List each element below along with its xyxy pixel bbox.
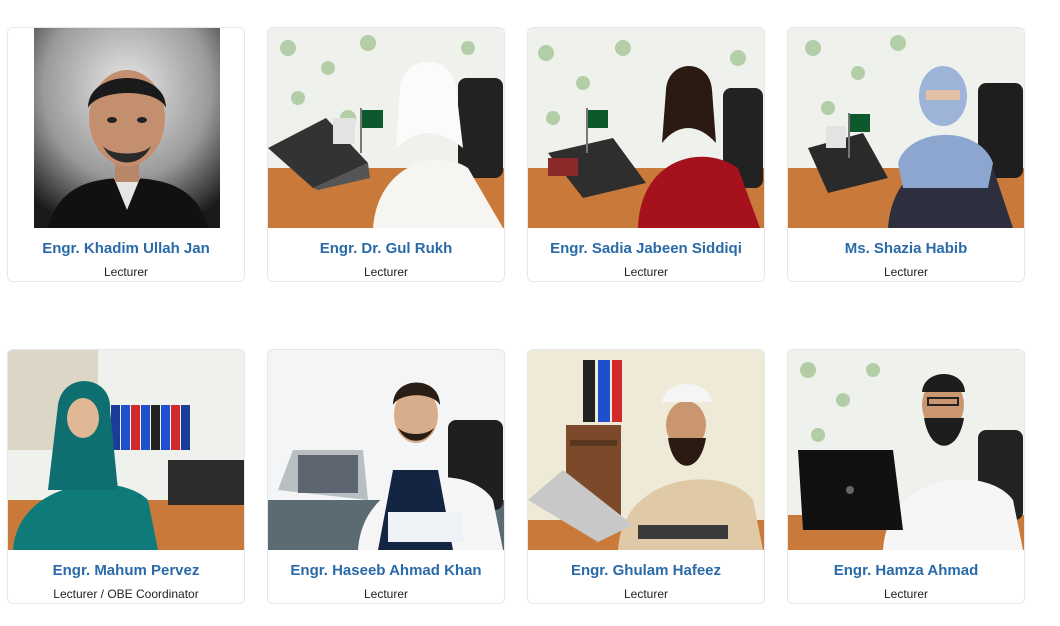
faculty-photo[interactable]: [268, 28, 504, 228]
faculty-photo[interactable]: [788, 350, 1024, 550]
faculty-card[interactable]: Engr. Mahum Pervez Lecturer / OBE Coordi…: [7, 349, 245, 604]
faculty-card[interactable]: Ms. Shazia Habib Lecturer: [787, 27, 1025, 282]
faculty-card[interactable]: Engr. Haseeb Ahmad Khan Lecturer: [267, 349, 505, 604]
faculty-name[interactable]: Engr. Mahum Pervez: [8, 562, 244, 579]
faculty-role: Lecturer: [883, 587, 929, 601]
faculty-name[interactable]: Engr. Khadim Ullah Jan: [8, 240, 244, 257]
faculty-role: Lecturer: [363, 265, 409, 279]
faculty-name[interactable]: Engr. Hamza Ahmad: [788, 562, 1024, 579]
faculty-role: Lecturer: [883, 265, 929, 279]
faculty-card[interactable]: Engr. Khadim Ullah Jan Lecturer: [7, 27, 245, 282]
faculty-card[interactable]: Engr. Dr. Gul Rukh Lecturer: [267, 27, 505, 282]
faculty-grid: Engr. Khadim Ullah Jan Lecturer Engr. Dr…: [0, 0, 1060, 626]
faculty-role: Lecturer: [363, 587, 409, 601]
faculty-name[interactable]: Engr. Sadia Jabeen Siddiqi: [528, 240, 764, 257]
faculty-name[interactable]: Engr. Dr. Gul Rukh: [268, 240, 504, 257]
faculty-role: Lecturer: [103, 265, 149, 279]
faculty-photo[interactable]: [8, 28, 244, 228]
faculty-name[interactable]: Ms. Shazia Habib: [788, 240, 1024, 257]
faculty-photo[interactable]: [528, 28, 764, 228]
faculty-photo[interactable]: [788, 28, 1024, 228]
faculty-photo[interactable]: [8, 350, 244, 550]
faculty-card[interactable]: Engr. Sadia Jabeen Siddiqi Lecturer: [527, 27, 765, 282]
faculty-card[interactable]: Engr. Ghulam Hafeez Lecturer: [527, 349, 765, 604]
faculty-name[interactable]: Engr. Haseeb Ahmad Khan: [268, 562, 504, 579]
faculty-name[interactable]: Engr. Ghulam Hafeez: [528, 562, 764, 579]
faculty-photo[interactable]: [268, 350, 504, 550]
faculty-card[interactable]: Engr. Hamza Ahmad Lecturer: [787, 349, 1025, 604]
faculty-role: Lecturer: [623, 265, 669, 279]
faculty-photo[interactable]: [528, 350, 764, 550]
faculty-role: Lecturer: [623, 587, 669, 601]
faculty-role: Lecturer / OBE Coordinator: [53, 587, 199, 601]
